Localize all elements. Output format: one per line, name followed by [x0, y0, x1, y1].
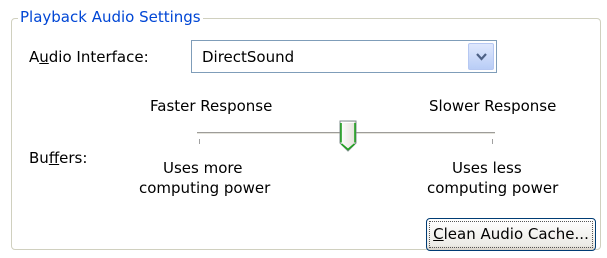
clean-audio-cache-button[interactable]: Clean Audio Cache...: [426, 218, 596, 251]
group-title: Playback Audio Settings: [18, 7, 203, 27]
chevron-down-icon: [476, 53, 487, 61]
uses-more-power-line2: computing power: [139, 179, 271, 197]
dropdown-arrow-button[interactable]: [468, 43, 494, 70]
faster-response-label: Faster Response: [150, 97, 273, 115]
slower-response-label: Slower Response: [429, 97, 557, 115]
clean-button-label: lean Audio Cache...: [443, 225, 589, 243]
buffers-label: Buffers:: [29, 149, 88, 167]
uses-less-power-line1: Uses less: [452, 159, 522, 177]
uses-more-power-line1: Uses more: [163, 159, 243, 177]
uses-less-power-line2: computing power: [427, 179, 559, 197]
slider-tick-left: [199, 139, 200, 144]
audio-interface-dropdown[interactable]: DirectSound: [191, 40, 497, 73]
audio-interface-selected-value: DirectSound: [202, 48, 295, 66]
slider-tick-right: [492, 139, 493, 144]
clean-button-mnemonic: C: [433, 225, 444, 243]
buffers-slider-thumb[interactable]: [338, 120, 358, 153]
audio-interface-label: Audio Interface:: [29, 48, 149, 66]
